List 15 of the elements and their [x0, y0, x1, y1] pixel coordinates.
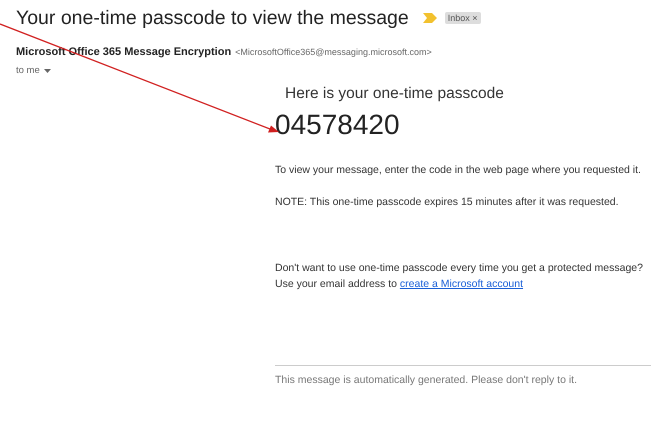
remove-label-button[interactable]: ×: [472, 13, 478, 23]
caret-icon: [44, 68, 51, 72]
email-subject: Your one-time passcode to view the message: [16, 6, 409, 30]
importance-marker-icon[interactable]: [422, 13, 437, 23]
sender-name: Microsoft Office 365 Message Encryption: [16, 46, 232, 58]
account-promo-text: Don't want to use one-time passcode every time you get a protected message? Use your email address to create a Microsoft account: [275, 261, 644, 292]
expiry-note: NOTE: This one-time passcode expires 15 minutes after it was requested.: [275, 195, 620, 210]
instructions-text: To view your message, enter the code in the web page where you requested it.: [275, 163, 642, 178]
inbox-label: Inbox ×: [444, 12, 481, 24]
passcode-heading: Here is your one-time passcode: [285, 85, 505, 103]
passcode: 04578420: [275, 109, 401, 141]
create-account-link[interactable]: create a Microsoft account: [400, 278, 524, 290]
recipient-dropdown[interactable]: to me: [16, 65, 51, 76]
sender-address: <MicrosoftOffice365@messaging.microsoft.com>: [235, 47, 432, 57]
footer-text: This message is automatically generated. Please don't reply to it.: [275, 373, 578, 388]
